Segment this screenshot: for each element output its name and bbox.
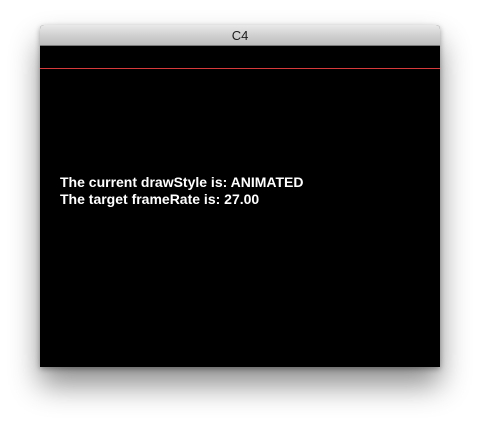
- window-title: C4: [231, 28, 249, 43]
- draw-style-text: The current drawStyle is: ANIMATED: [60, 174, 304, 190]
- app-window: C4 The current drawStyle is: ANIMATED Th…: [40, 25, 440, 367]
- horizontal-red-line: [40, 68, 440, 69]
- frame-rate-text: The target frameRate is: 27.00: [60, 191, 260, 207]
- render-canvas[interactable]: The current drawStyle is: ANIMATED The t…: [40, 46, 440, 367]
- status-text-block: The current drawStyle is: ANIMATED The t…: [60, 174, 303, 208]
- window-titlebar[interactable]: C4: [40, 25, 440, 46]
